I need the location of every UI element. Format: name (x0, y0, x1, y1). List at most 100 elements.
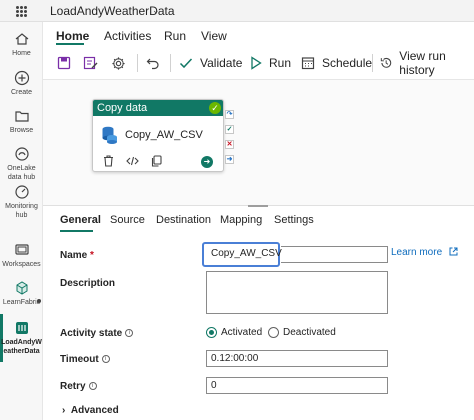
tab-home[interactable]: Home (56, 29, 89, 43)
tab-source[interactable]: Source (110, 214, 145, 226)
undo-button[interactable] (146, 55, 160, 71)
chevron-down-icon[interactable]: ⌄ (152, 5, 160, 16)
save-as-template-button[interactable] (83, 55, 99, 71)
onelake-icon (14, 147, 29, 161)
learn-more-text: Learn more (391, 247, 443, 258)
description-textarea[interactable] (206, 271, 388, 314)
copy-icon[interactable] (151, 155, 162, 167)
history-icon (380, 57, 392, 68)
save-button[interactable] (57, 55, 71, 71)
activity-header: Copy data ✓ (93, 100, 223, 116)
toolbar-separator (170, 54, 171, 72)
template-icon (83, 56, 98, 70)
view-run-history-button[interactable]: View run history (380, 49, 474, 77)
rail-item-workspaces[interactable]: Workspaces (0, 242, 43, 269)
radio-activated[interactable]: Activated (206, 327, 262, 338)
activity-type: Copy data (97, 102, 148, 114)
rail-label: Home (12, 50, 31, 57)
completion-port-icon[interactable]: ➜ (225, 155, 234, 164)
info-icon[interactable]: i (88, 382, 97, 391)
external-link-icon (449, 247, 458, 256)
required-mark: * (90, 250, 94, 261)
arrow-right-icon[interactable]: ➜ (201, 156, 213, 168)
learn-more-link[interactable]: Learn more (391, 247, 458, 258)
copy-data-activity[interactable]: Copy data ✓ Copy_AW_CSV ➜ (92, 99, 224, 172)
open-item-dot (37, 299, 41, 303)
rail-item-monitoring[interactable]: Monitoring hub (0, 184, 43, 220)
toolbar-separator (137, 54, 138, 72)
info-icon[interactable]: i (125, 329, 134, 338)
panel-resize-grip[interactable] (248, 205, 268, 207)
monitoring-icon (14, 185, 29, 199)
rail-item-learnfabric[interactable]: LearnFabric (0, 280, 43, 307)
ribbon-tabs: Home Activities Run View (43, 22, 474, 46)
rail-label: Workspaces (2, 261, 41, 268)
radio-label: Deactivated (283, 327, 336, 338)
schedule-button[interactable]: Schedule (301, 55, 372, 71)
pipeline-icon (15, 322, 28, 334)
home-icon (15, 33, 28, 45)
copy-database-icon (102, 126, 117, 144)
skip-port-icon[interactable]: ↷ (225, 110, 234, 119)
validate-label: Validate (200, 56, 243, 70)
tab-mapping[interactable]: Mapping (220, 214, 262, 226)
run-button[interactable]: Run (250, 55, 291, 71)
rail-item-browse[interactable]: Browse (0, 108, 43, 135)
rail-item-pipeline[interactable]: LoadAndyW eatherData (0, 320, 43, 356)
timeout-input[interactable]: 0.12:00:00 (206, 350, 388, 367)
radio-selected-icon (206, 327, 217, 338)
success-status-icon: ✓ (209, 102, 221, 114)
chevron-right-icon: › (62, 405, 66, 416)
tab-settings[interactable]: Settings (274, 214, 314, 226)
tab-activities[interactable]: Activities (104, 29, 151, 43)
calendar-icon (301, 57, 315, 70)
tab-destination[interactable]: Destination (156, 214, 211, 226)
advanced-expander[interactable]: › Advanced (62, 405, 119, 416)
advanced-label: Advanced (70, 405, 119, 416)
tab-general[interactable]: General (60, 214, 101, 226)
retry-text: Retry (60, 381, 86, 392)
play-icon (251, 56, 262, 70)
activity-actions (103, 155, 162, 167)
rail-item-onelake[interactable]: OneLake data hub (0, 146, 43, 182)
view-run-history-label: View run history (399, 49, 446, 77)
activity-state-text: Activity state (60, 328, 123, 339)
toolbar: Validate Run Schedule View run history (43, 46, 474, 80)
rail-item-create[interactable]: Create (0, 70, 43, 97)
delete-icon[interactable] (103, 155, 114, 167)
fabric-workspace-icon (16, 281, 27, 295)
name-input[interactable]: Copy_AW_CSV (211, 248, 282, 259)
toolbar-separator (372, 54, 373, 72)
name-label-text: Name (60, 250, 88, 261)
app-launcher-icon[interactable] (16, 6, 27, 17)
tab-view[interactable]: View (201, 29, 227, 43)
active-tab-indicator (60, 230, 93, 232)
rail-label: Browse (9, 127, 34, 134)
activity-name: Copy_AW_CSV (125, 129, 203, 141)
failure-port-icon[interactable]: ✕ (225, 140, 234, 149)
folder-icon (14, 111, 29, 122)
timeout-label: Timeout i (60, 354, 110, 365)
tab-run[interactable]: Run (164, 29, 186, 43)
workspaces-icon (14, 244, 29, 255)
success-port-icon[interactable]: ✓ (225, 125, 234, 134)
left-rail: Home Create Browse OneLake data hub Moni… (0, 22, 43, 420)
rail-label: OneLake data hub (7, 165, 36, 181)
name-input-extension[interactable] (281, 246, 388, 263)
rail-label: LoadAndyW eatherData (1, 339, 42, 355)
plus-circle-icon (14, 70, 29, 86)
info-icon[interactable]: i (101, 355, 110, 364)
active-tab-indicator (56, 43, 84, 45)
code-icon[interactable] (126, 155, 139, 167)
save-icon (57, 56, 71, 70)
rail-item-home[interactable]: Home (0, 31, 43, 58)
description-label: Description (60, 278, 116, 289)
retry-input[interactable]: 0 (206, 377, 388, 394)
settings-button[interactable] (111, 55, 126, 71)
checkmark-icon (179, 58, 193, 69)
rail-label: Create (10, 89, 32, 96)
validate-button[interactable]: Validate (179, 55, 242, 71)
run-label: Run (269, 56, 292, 70)
schedule-label: Schedule (322, 56, 373, 70)
radio-deactivated[interactable]: Deactivated (268, 327, 336, 338)
